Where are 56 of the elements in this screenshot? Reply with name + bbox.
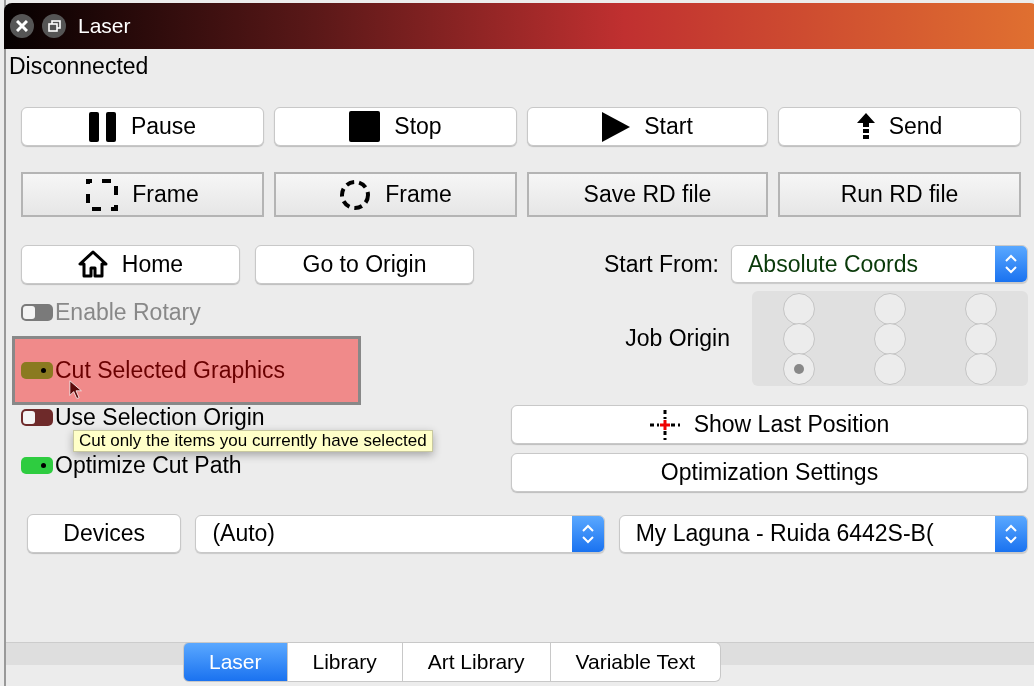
close-button[interactable] xyxy=(10,14,34,38)
origin-radio[interactable] xyxy=(874,322,906,355)
origin-radio[interactable] xyxy=(874,292,906,325)
connection-status: Disconnected xyxy=(8,52,150,81)
origin-radio[interactable] xyxy=(964,322,997,355)
pause-button[interactable]: Pause xyxy=(21,107,264,146)
crosshair-icon xyxy=(649,409,680,440)
button[interactable]: Go to Origin xyxy=(255,244,474,284)
device-select[interactable]: My Laguna - Ruida 6442S-B( xyxy=(618,514,1028,553)
frame-button[interactable]: Frame xyxy=(21,172,264,217)
start-button[interactable]: Start xyxy=(527,107,768,146)
crosshair-button[interactable]: Show Last Position xyxy=(511,405,1028,444)
restore-icon xyxy=(47,19,61,33)
pause-icon xyxy=(88,111,117,142)
tooltip: Cut only the items you currently have selected xyxy=(73,430,433,452)
origin-radio[interactable] xyxy=(783,292,816,325)
tab[interactable]: Library xyxy=(287,642,403,682)
stepper-arrows-icon xyxy=(1004,253,1018,275)
play-icon xyxy=(602,111,631,142)
frame-button[interactable]: Frame xyxy=(274,172,517,217)
stop-icon xyxy=(349,111,381,142)
stop-button[interactable]: Stop xyxy=(274,107,517,146)
origin-radio[interactable] xyxy=(783,322,816,355)
upload-arrow-icon xyxy=(856,112,875,141)
option-label: Cut Selected Graphics xyxy=(55,357,286,384)
start-from-label: Start From: xyxy=(604,250,719,278)
option-label: Use Selection Origin xyxy=(55,403,265,431)
home-icon xyxy=(77,250,108,278)
close-icon xyxy=(16,20,28,32)
port-select[interactable]: (Auto) xyxy=(195,514,605,553)
dashed-circle-icon xyxy=(339,178,372,211)
send-button[interactable]: Send xyxy=(778,107,1021,146)
toggle-switch[interactable] xyxy=(21,408,53,426)
restore-button[interactable] xyxy=(42,14,66,38)
origin-radio[interactable] xyxy=(964,352,997,385)
button[interactable]: Run RD file xyxy=(778,172,1021,217)
window-title: Laser xyxy=(78,14,131,38)
stepper-arrows-icon xyxy=(1004,522,1018,545)
stepper-arrows-icon xyxy=(580,522,595,545)
tab[interactable]: Variable Text xyxy=(550,642,722,682)
dashed-square-icon xyxy=(86,178,119,211)
origin-radio[interactable] xyxy=(964,292,997,325)
origin-radio[interactable] xyxy=(783,352,816,385)
option-label: Enable Rotary xyxy=(55,298,201,326)
tab[interactable]: Art Library xyxy=(402,642,551,682)
button[interactable]: Save RD file xyxy=(527,172,768,217)
toggle-switch[interactable] xyxy=(21,362,53,379)
job-origin-label: Job Origin xyxy=(625,324,730,352)
option-label: Optimize Cut Path xyxy=(55,451,242,479)
button[interactable]: Optimization Settings xyxy=(511,453,1028,492)
toggle-switch[interactable] xyxy=(21,456,53,474)
origin-radio[interactable] xyxy=(874,352,906,385)
home-button[interactable]: Home xyxy=(21,244,240,284)
mouse-cursor-icon xyxy=(69,380,83,400)
devices-button[interactable]: Devices xyxy=(27,514,182,553)
start-from-select[interactable]: Absolute Coords xyxy=(731,245,1028,283)
